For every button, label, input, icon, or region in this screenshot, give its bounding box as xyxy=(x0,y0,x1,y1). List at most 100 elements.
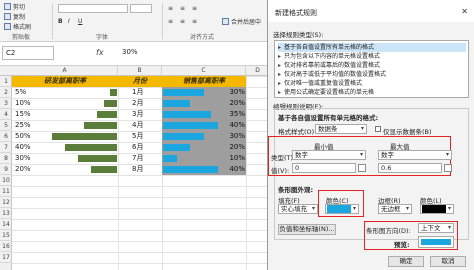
row-header[interactable]: 3 xyxy=(0,98,12,109)
column-header-b[interactable]: B xyxy=(118,66,162,76)
value-label: 值(V): xyxy=(271,167,290,175)
bar-direction-label: 条形图方向(D): xyxy=(366,227,411,235)
rnd-rate-cell[interactable]: 30% xyxy=(15,153,31,164)
rule-type-item[interactable]: ▸ 只为包含以下内容的单元格设置格式 xyxy=(278,52,466,61)
merge-center-button[interactable]: 合并后居中 xyxy=(222,17,261,26)
row-header[interactable]: 16 xyxy=(0,241,12,252)
grid-line xyxy=(12,241,270,242)
row-header[interactable]: 2 xyxy=(0,87,12,98)
rule-type-item[interactable]: ▸ 基于各自值设置所有单元格的格式 xyxy=(278,43,466,52)
sales-rate-cell[interactable]: 40% xyxy=(206,164,245,175)
font-size-select[interactable] xyxy=(130,4,152,13)
format-style-select[interactable]: 数据条 xyxy=(315,124,367,134)
max-value-input[interactable]: 0.6 xyxy=(378,163,442,173)
row-header[interactable]: 1 xyxy=(0,76,12,87)
month-cell[interactable]: 7月 xyxy=(132,153,143,164)
rule-type-item[interactable]: ▸ 仅对排名靠前或靠后的数值设置格式 xyxy=(278,61,466,70)
border-color-picker[interactable] xyxy=(420,204,454,214)
sales-rate-cell[interactable]: 30% xyxy=(206,87,245,98)
header-rnd-rate[interactable]: 研发部离职率 xyxy=(12,76,118,87)
italic-button[interactable]: I xyxy=(68,17,70,26)
align-left-button[interactable]: ≡ xyxy=(168,17,173,26)
rnd-rate-cell[interactable]: 10% xyxy=(15,98,31,109)
merge-icon xyxy=(222,18,229,25)
bar-direction-select[interactable]: 上下文 xyxy=(418,223,454,233)
align-middle-button[interactable]: ≡ xyxy=(180,4,185,13)
align-center-button[interactable]: ≡ xyxy=(180,17,185,26)
month-cell[interactable]: 2月 xyxy=(132,98,143,109)
sales-rate-cell[interactable]: 35% xyxy=(206,109,245,120)
sales-rate-cell[interactable]: 20% xyxy=(206,98,245,109)
row-header[interactable]: 10 xyxy=(0,175,12,186)
row-header[interactable]: 11 xyxy=(0,186,12,197)
min-type-select[interactable]: 数字 xyxy=(292,150,366,160)
month-cell[interactable]: 5月 xyxy=(132,131,143,142)
row-header[interactable]: 14 xyxy=(0,219,12,230)
row-header[interactable]: 8 xyxy=(0,153,12,164)
month-cell[interactable]: 3月 xyxy=(132,109,143,120)
rule-type-list[interactable]: ▸ 基于各自值设置所有单元格的格式 ▸ 只为包含以下内容的单元格设置格式 ▸ 仅对排名靠前… xyxy=(274,40,469,98)
fill-value: 实心填充 xyxy=(281,205,307,213)
new-format-rule-dialog: 新建格式规则 ✕ 选择规则类型(S): ▸ 基于各自值设置所有单元格的格式 ▸ 只为包… xyxy=(267,0,474,270)
ok-button[interactable]: 确定 xyxy=(388,256,424,267)
fx-label[interactable]: fx xyxy=(96,48,104,57)
month-cell[interactable]: 4月 xyxy=(132,120,143,131)
rule-type-item[interactable]: ▸ 使用公式确定要设置格式的单元格 xyxy=(278,88,466,97)
cancel-button[interactable]: 取消 xyxy=(430,256,466,267)
fill-color-picker[interactable] xyxy=(325,204,359,214)
range-picker-icon[interactable] xyxy=(358,164,366,172)
format-painter-button[interactable]: 格式刷 xyxy=(4,22,31,31)
grid-line xyxy=(12,197,270,198)
max-type-select[interactable]: 数字 xyxy=(378,150,452,160)
row-header[interactable]: 17 xyxy=(0,252,12,263)
rule-type-item[interactable]: ▸ 仅对唯一值或重复值设置格式 xyxy=(278,79,466,88)
rnd-rate-cell[interactable]: 40% xyxy=(15,142,31,153)
month-cell[interactable]: 8月 xyxy=(132,164,143,175)
sales-rate-cell[interactable]: 10% xyxy=(206,153,245,164)
sales-rate-cell[interactable]: 40% xyxy=(206,120,245,131)
column-header-c[interactable]: C xyxy=(162,66,246,76)
sales-rate-cell[interactable]: 30% xyxy=(206,131,245,142)
column-header-a[interactable]: A xyxy=(12,66,118,76)
underline-button[interactable]: U xyxy=(78,17,82,26)
show-bar-only-checkbox[interactable] xyxy=(375,126,381,132)
header-sales-rate[interactable]: 销售部离职率 xyxy=(162,76,246,87)
copy-button[interactable]: 复制 xyxy=(4,12,25,21)
range-picker-icon[interactable] xyxy=(444,164,452,172)
row-header[interactable]: 5 xyxy=(0,120,12,131)
sales-data-bar xyxy=(163,100,190,107)
month-cell[interactable]: 1月 xyxy=(132,87,143,98)
month-cell[interactable]: 6月 xyxy=(132,142,143,153)
rnd-rate-cell[interactable]: 25% xyxy=(15,120,31,131)
rnd-rate-cell[interactable]: 5% xyxy=(15,87,26,98)
row-header[interactable]: 12 xyxy=(0,197,12,208)
font-family-select[interactable] xyxy=(58,4,128,13)
row-header[interactable]: 13 xyxy=(0,208,12,219)
fill-select[interactable]: 实心填充 xyxy=(278,204,318,214)
close-icon[interactable]: ✕ xyxy=(461,7,468,16)
name-box[interactable]: C2 xyxy=(2,46,54,60)
row-header[interactable]: 15 xyxy=(0,230,12,241)
bold-button[interactable]: B xyxy=(58,17,63,26)
rnd-rate-cell[interactable]: 50% xyxy=(15,131,31,142)
preview-bar xyxy=(421,239,451,245)
sales-rate-cell[interactable]: 20% xyxy=(206,142,245,153)
rule-type-label: 仅对排名靠前或靠后的数值设置格式 xyxy=(284,62,381,69)
header-month[interactable]: 月份 xyxy=(118,76,162,87)
rnd-rate-cell[interactable]: 20% xyxy=(15,164,31,175)
formula-input[interactable]: 30% xyxy=(122,48,138,56)
row-header[interactable]: 6 xyxy=(0,131,12,142)
row-header[interactable]: 7 xyxy=(0,142,12,153)
align-bottom-button[interactable]: ≡ xyxy=(192,4,197,13)
row-header[interactable]: 9 xyxy=(0,164,12,175)
cut-button[interactable]: 剪切 xyxy=(4,2,25,11)
negative-axis-button[interactable]: 负值和坐标轴(N)... xyxy=(278,224,336,235)
align-top-button[interactable]: ≡ xyxy=(168,4,173,13)
row-header[interactable]: 4 xyxy=(0,109,12,120)
rule-type-item[interactable]: ▸ 仅对高于或低于平均值的数值设置格式 xyxy=(278,70,466,79)
border-select[interactable]: 无边框 xyxy=(378,204,412,214)
align-right-button[interactable]: ≡ xyxy=(192,17,197,26)
rnd-rate-cell[interactable]: 15% xyxy=(15,109,31,120)
ribbon-divider xyxy=(162,3,163,39)
min-value-input[interactable]: 0 xyxy=(292,163,356,173)
